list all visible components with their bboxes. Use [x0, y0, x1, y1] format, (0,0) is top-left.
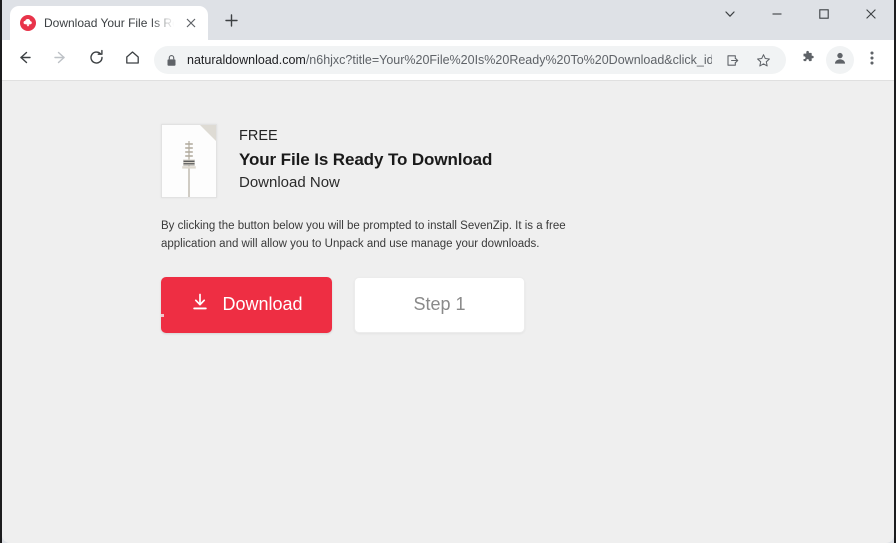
red-download-cloud-icon: [20, 15, 36, 31]
page-title: Your File Is Ready To Download: [239, 149, 493, 169]
reload-icon: [88, 49, 105, 71]
person-avatar-icon: [832, 50, 848, 71]
reload-button[interactable]: [81, 45, 111, 75]
download-offer-block: FREE Your File Is Ready To Download Down…: [161, 124, 781, 333]
browser-toolbar: naturaldownload.com/n6hjxc?title=Your%20…: [2, 40, 894, 80]
url-host: naturaldownload.com: [187, 53, 306, 67]
button-row: Download Step 1: [161, 276, 781, 333]
address-bar[interactable]: naturaldownload.com/n6hjxc?title=Your%20…: [154, 46, 786, 74]
share-icon[interactable]: [721, 49, 743, 71]
home-button[interactable]: [117, 45, 147, 75]
minimize-icon: [771, 7, 783, 25]
forward-arrow-icon: [52, 49, 69, 71]
maximize-icon: [818, 7, 830, 25]
browser-window: Download Your File Is Ready To D: [0, 0, 896, 543]
decorative-mark: [161, 314, 164, 317]
back-arrow-icon: [16, 49, 33, 71]
window-controls: [706, 0, 894, 38]
minimize-button[interactable]: [753, 0, 800, 32]
url-text: naturaldownload.com/n6hjxc?title=Your%20…: [187, 53, 712, 67]
download-arrow-icon: [190, 292, 210, 317]
browser-menu-button[interactable]: [858, 46, 886, 74]
tab-close-icon[interactable]: [182, 14, 200, 32]
tab-search-button[interactable]: [706, 0, 753, 32]
lock-icon: [166, 54, 178, 67]
step-button[interactable]: Step 1: [354, 276, 525, 333]
maximize-button[interactable]: [800, 0, 847, 32]
window-close-button[interactable]: [847, 0, 894, 32]
extensions-button[interactable]: [794, 46, 822, 74]
home-icon: [124, 49, 141, 71]
forward-button[interactable]: [45, 45, 75, 75]
plus-icon: [224, 14, 238, 32]
download-button-label: Download: [222, 294, 303, 315]
url-path: /n6hjxc?title=Your%20File%20Is%20Ready%2…: [305, 53, 712, 67]
page-fold-corner: [200, 125, 216, 141]
hero-text-block: FREE Your File Is Ready To Download Down…: [239, 124, 492, 195]
download-now-label: Download Now: [239, 174, 340, 192]
zip-file-icon: [161, 124, 217, 198]
page-content-area: FREE Your File Is Ready To Download Down…: [2, 80, 894, 543]
puzzle-piece-icon: [800, 50, 816, 71]
back-button[interactable]: [9, 45, 39, 75]
download-button[interactable]: Download: [161, 276, 332, 333]
close-icon: [865, 7, 877, 25]
three-dot-menu-icon: [870, 50, 874, 71]
chevron-down-icon: [724, 7, 736, 25]
browser-tab[interactable]: Download Your File Is Ready To D: [10, 6, 208, 40]
new-tab-button[interactable]: [216, 8, 246, 38]
step-button-label: Step 1: [413, 294, 466, 315]
profile-button[interactable]: [826, 46, 854, 74]
free-label: FREE: [239, 128, 278, 144]
tab-strip: Download Your File Is Ready To D: [2, 0, 894, 40]
star-icon[interactable]: [752, 49, 774, 71]
tab-title: Download Your File Is Ready To D: [44, 16, 174, 30]
zipper-graphic: [180, 141, 198, 202]
description-text: By clicking the button below you will be…: [161, 220, 566, 250]
hero-row: FREE Your File Is Ready To Download Down…: [161, 124, 781, 198]
